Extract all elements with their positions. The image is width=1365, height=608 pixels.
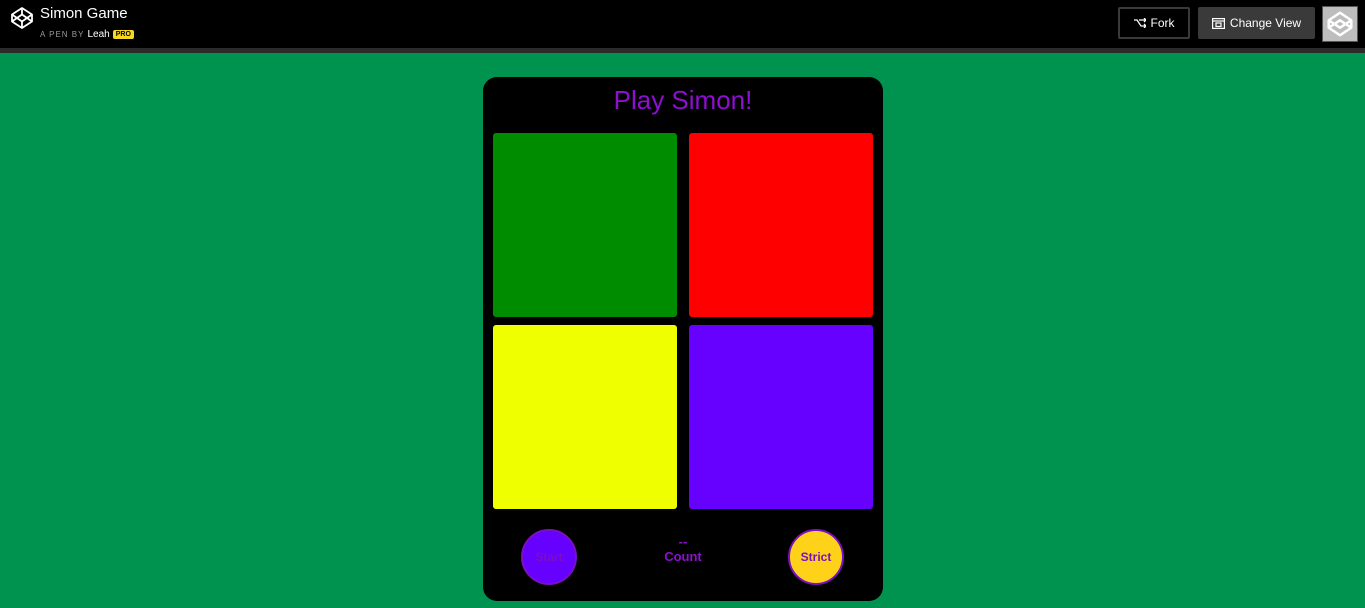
top-bar: Simon Game A PEN BY Leah PRO Fork Change… [0, 0, 1365, 53]
strict-button[interactable]: Strict [788, 529, 844, 585]
pen-title: Simon Game [40, 5, 128, 22]
strict-label: Strict [800, 550, 832, 564]
by-label: A PEN BY [40, 30, 85, 39]
count-display: -- Count [633, 535, 733, 565]
user-avatar[interactable] [1322, 6, 1358, 42]
change-view-label: Change View [1229, 16, 1302, 30]
simon-game-board: Play Simon! Start -- Count Strict [483, 77, 883, 601]
blue-pad[interactable] [689, 325, 873, 509]
start-label: Start [535, 550, 563, 564]
codepen-logo-icon[interactable] [10, 6, 34, 30]
green-pad[interactable] [493, 133, 677, 317]
author-link[interactable]: Leah [87, 29, 109, 40]
pro-badge: PRO [112, 30, 134, 39]
fork-button[interactable]: Fork [1118, 7, 1190, 39]
fork-label: Fork [1150, 16, 1175, 30]
fork-icon [1133, 18, 1146, 28]
red-pad[interactable] [689, 133, 873, 317]
count-label: Count [664, 549, 702, 564]
start-button[interactable]: Start [521, 529, 577, 585]
change-view-icon [1211, 17, 1225, 29]
codepen-avatar-icon [1327, 11, 1353, 37]
count-value: -- [678, 534, 688, 549]
pen-byline: A PEN BY Leah PRO [40, 29, 134, 40]
game-title: Play Simon! [613, 85, 753, 115]
yellow-pad[interactable] [493, 325, 677, 509]
change-view-button[interactable]: Change View [1198, 7, 1315, 39]
